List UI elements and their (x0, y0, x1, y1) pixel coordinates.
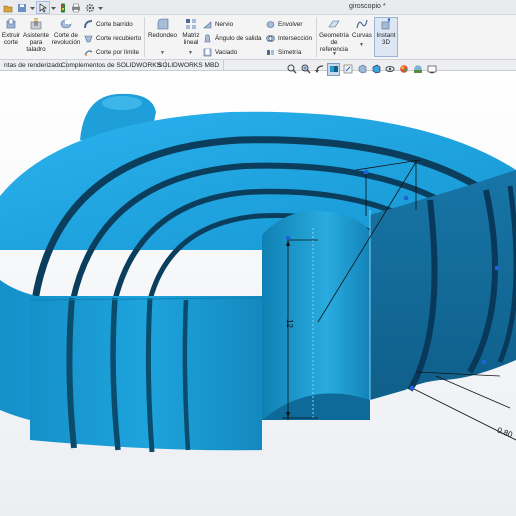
dimension-height-label[interactable]: 12 (285, 319, 294, 328)
draft-icon (204, 34, 211, 43)
dynamic-annotation-icon[interactable] (342, 64, 353, 75)
options-dropdown-icon[interactable] (97, 2, 103, 13)
command-tabs: ntas de renderizado Complementos de SOLI… (0, 60, 516, 71)
instant3d-label: Instant 3D (376, 32, 396, 46)
intersect-label: Intersección (278, 35, 312, 42)
wrap-icon (266, 21, 275, 28)
document-title: giroscopio * (349, 3, 386, 10)
swept-cut-icon (84, 20, 93, 29)
extruded-cut-button[interactable]: Extruir corte (0, 18, 22, 46)
tab-solidworks-addins[interactable]: Complementos de SOLIDWORKS (57, 60, 167, 71)
cut-face-left (30, 296, 262, 451)
boundary-cut-button[interactable]: Corte por límite (84, 48, 139, 57)
save-dropdown-icon[interactable] (29, 2, 35, 13)
revolved-cut-button[interactable]: Corte de revolución (50, 18, 82, 46)
fillet-button[interactable]: Redondeo (146, 18, 179, 39)
linear-pattern-label: Matriz lineal (182, 32, 200, 46)
intersect-icon (266, 35, 275, 42)
central-bore (262, 210, 370, 420)
wrap-button[interactable]: Envolver (266, 20, 303, 29)
title-bar: giroscopio * (0, 0, 516, 15)
linear-pattern-icon (186, 19, 196, 29)
revolved-cut-icon (60, 19, 72, 29)
rib-label: Nervio (215, 21, 234, 28)
graphics-area[interactable]: 12 0.80 (0, 71, 516, 516)
select-arrow-icon[interactable] (36, 1, 50, 14)
shell-button[interactable]: Vaciado (203, 48, 237, 57)
rib-button[interactable]: Nervio (203, 20, 233, 29)
hole-wizard-label: Asistente para taladro (23, 32, 49, 53)
section-view-icon[interactable] (327, 62, 340, 76)
wrap-label: Envolver (278, 21, 303, 28)
select-dropdown-icon[interactable] (50, 2, 56, 13)
print-icon[interactable] (70, 2, 82, 13)
rebuild-icon[interactable] (58, 2, 68, 13)
ribbon-separator (316, 17, 317, 57)
mirror-icon (267, 50, 274, 55)
boundary-cut-label: Corte por límite (96, 49, 140, 56)
zoom-to-area-icon[interactable] (300, 64, 311, 75)
options-gear-icon[interactable] (84, 2, 96, 13)
command-manager-ribbon: Extruir corte Asistente para taladro Cor… (0, 15, 516, 60)
hole-wizard-icon (30, 18, 42, 30)
save-icon[interactable] (16, 2, 28, 13)
reference-geometry-label: Geometría de referencia (319, 32, 349, 53)
swept-cut-button[interactable]: Corte barrido (84, 20, 133, 29)
curves-button[interactable]: Curvas (350, 18, 374, 39)
fillet-icon (157, 18, 168, 30)
extruded-cut-icon (6, 18, 16, 29)
extruded-cut-label: Extruir corte (1, 32, 21, 46)
tab-solidworks-mbd[interactable]: SOLIDWORKS MBD (154, 60, 225, 71)
lofted-cut-icon (84, 35, 93, 43)
edit-appearance-icon[interactable] (398, 64, 409, 75)
instant3d-icon (381, 18, 391, 30)
shell-label: Vaciado (215, 49, 238, 56)
instant3d-button[interactable]: Instant 3D (374, 17, 398, 57)
apply-scene-icon[interactable] (412, 64, 423, 75)
draft-button[interactable]: Ángulo de salida (203, 34, 262, 43)
view-orientation-icon[interactable] (356, 64, 367, 75)
view-settings-icon[interactable] (426, 64, 437, 75)
reference-geometry-icon (328, 20, 340, 28)
lofted-cut-label: Corte recubierto (96, 35, 142, 42)
mirror-label: Simetría (278, 49, 302, 56)
heads-up-view-toolbar (286, 62, 437, 76)
lofted-cut-button[interactable]: Corte recubierto (84, 34, 141, 43)
draft-label: Ángulo de salida (215, 35, 262, 42)
part-model (0, 71, 516, 516)
fillet-dropdown-icon[interactable]: ▼ (160, 50, 165, 56)
reference-geometry-button[interactable]: Geometría de referencia (318, 18, 350, 53)
mirror-button[interactable]: Simetría (266, 48, 301, 57)
reference-geometry-dropdown-icon[interactable]: ▼ (332, 51, 337, 57)
intersect-button[interactable]: Intersección (266, 34, 312, 43)
revolved-cut-label: Corte de revolución (51, 32, 81, 46)
hole-wizard-button[interactable]: Asistente para taladro (23, 18, 49, 53)
linear-pattern-dropdown-icon[interactable]: ▼ (188, 50, 193, 56)
linear-pattern-button[interactable]: Matriz lineal (180, 18, 202, 46)
hide-show-items-icon[interactable] (384, 64, 395, 75)
open-icon[interactable] (2, 2, 14, 13)
zoom-to-fit-icon[interactable] (286, 64, 297, 75)
shell-icon (203, 48, 212, 57)
boundary-cut-icon (84, 50, 93, 56)
display-style-icon[interactable] (370, 64, 381, 75)
rib-icon (203, 21, 212, 29)
fillet-label: Redondeo (147, 32, 178, 39)
previous-view-icon[interactable] (314, 64, 325, 75)
ribbon-separator (144, 17, 145, 57)
curves-icon (356, 19, 368, 29)
curves-dropdown-icon[interactable]: ▼ (359, 42, 364, 48)
curves-label: Curvas (352, 32, 372, 39)
swept-cut-label: Corte barrido (96, 21, 133, 28)
